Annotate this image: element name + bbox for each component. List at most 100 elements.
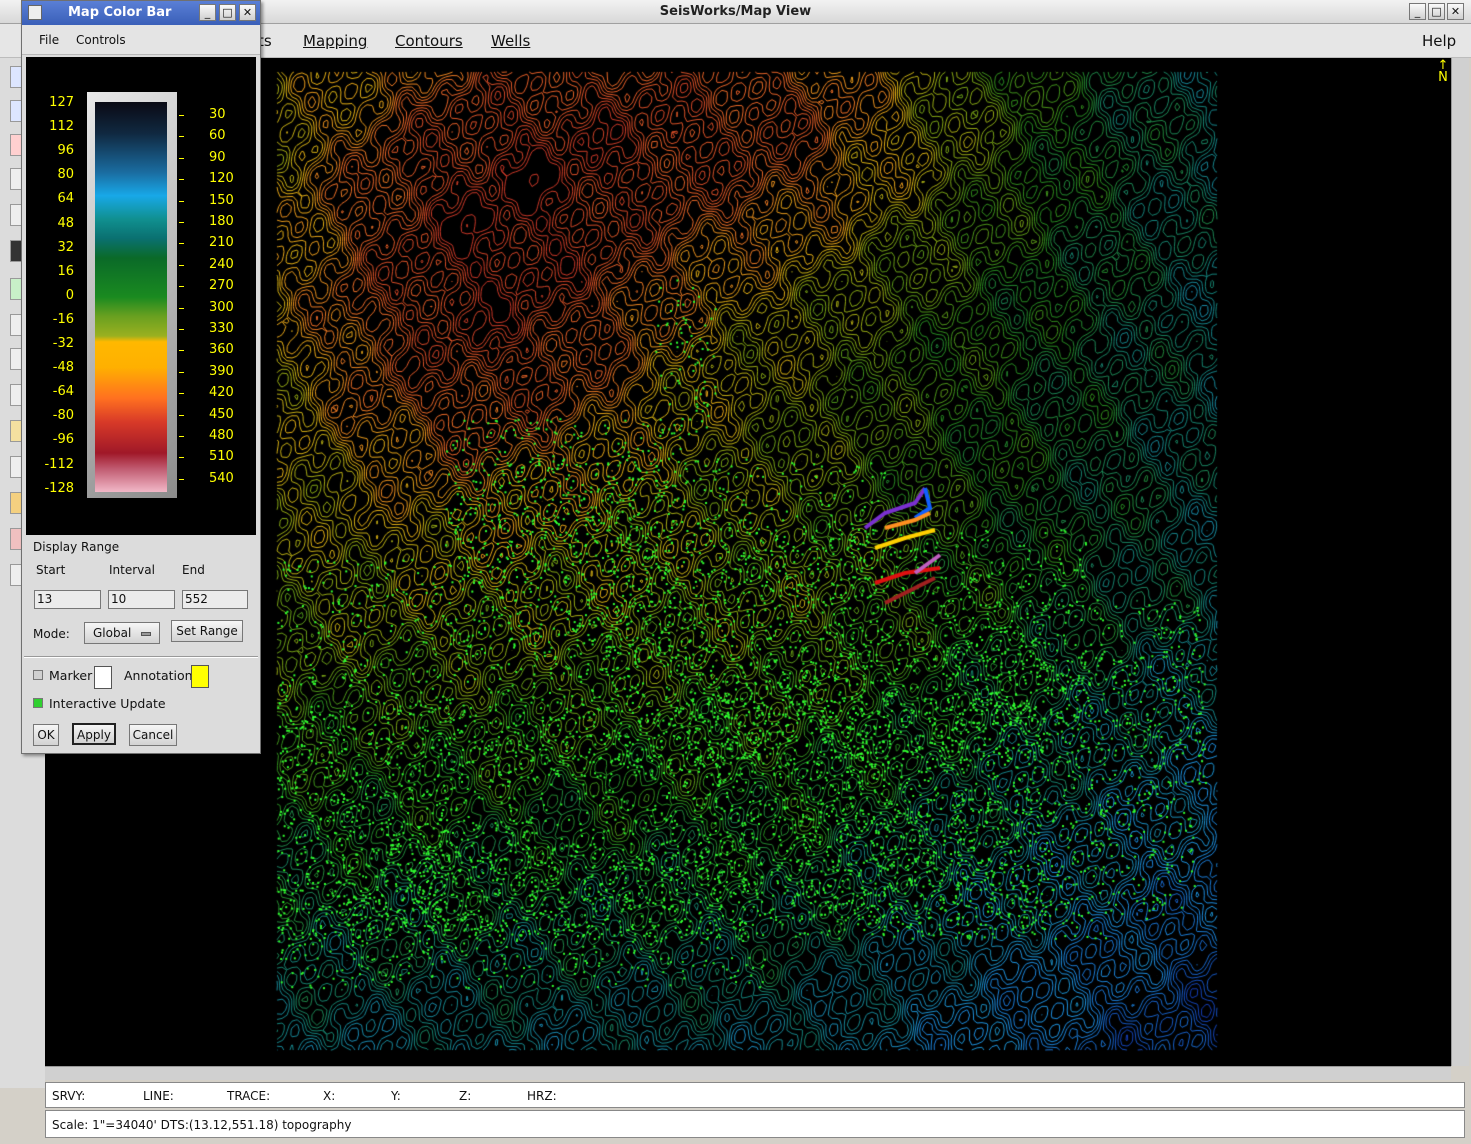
end-label: End [182,563,205,577]
color-bar-left-label: -128 [44,480,74,496]
color-bar-left-label: 64 [57,191,74,207]
vertical-scrollbar[interactable] [1451,58,1469,1066]
color-bar-left-label: -112 [44,456,74,472]
menu-wells[interactable]: Wells [491,32,530,50]
color-bar-tick [179,157,184,159]
color-bar-tick [179,307,184,309]
interval-field[interactable]: 10 [108,590,175,609]
interactive-update-label: Interactive Update [49,696,166,711]
apply-button[interactable]: Apply [72,723,116,745]
color-bar-right-label: 240 [209,256,234,272]
line-label: LINE: [143,1089,174,1103]
color-bar-right-label: 450 [209,406,234,422]
color-bar-tick [179,371,184,373]
color-bar-tick [179,414,184,416]
color-bar-right-label: 180 [209,214,234,229]
color-bar-left-label: -96 [52,432,74,448]
color-bar-right-label: 60 [209,128,226,144]
color-bar-tick [179,329,184,330]
color-bar-left-label: -80 [52,408,74,424]
color-bar-left-label: 32 [57,239,74,255]
color-bar-tick [179,478,184,480]
color-bar-right-label: 270 [209,278,234,294]
cb-menu-file[interactable]: File [39,33,59,47]
cb-minimize-button[interactable]: _ [199,4,216,21]
annotation-label: Annotation [124,668,193,683]
color-bar-left-label: -48 [52,360,74,376]
annotation-color-swatch[interactable] [191,665,209,688]
color-bar-right-label: 120 [209,171,234,187]
end-field[interactable]: 552 [182,590,248,609]
color-bar-left-label: 80 [57,167,74,183]
color-bar-right-label: 480 [209,428,234,443]
color-bar-left-label: -32 [52,336,74,351]
color-bar-right-label: 300 [209,299,234,315]
color-bar-right-label: 540 [209,470,234,486]
interactive-update-checkbox[interactable] [33,698,43,708]
z-label: Z: [459,1089,472,1103]
ok-button[interactable]: OK [33,724,59,746]
color-bar-tick [179,393,184,395]
start-field[interactable]: 13 [34,590,101,609]
cancel-button[interactable]: Cancel [129,724,177,746]
marker-color-swatch[interactable] [94,666,112,689]
interval-label: Interval [109,563,155,577]
color-bar-left-label: 16 [57,263,74,279]
color-bar-tick [179,136,184,138]
menu-help[interactable]: Help [1422,32,1456,50]
hrz-label: HRZ: [527,1089,557,1103]
color-bar-tick [179,200,184,202]
start-label: Start [36,563,66,577]
color-bar-display: 127 112 96 80 64 48 32 16 0 -16 -32 -48 -64 -80 -96 -11… [26,57,256,535]
cursor-readout-bar: SRVY: LINE: TRACE: X: Y: Z: HRZ: [45,1082,1465,1108]
maximize-button[interactable]: □ [1428,3,1445,20]
color-bar-window: Map Color Bar _ □ ✕ File Controls 127 112… [21,0,261,754]
color-bar-left-label: -16 [52,311,74,327]
color-bar-right-label: 30 [209,107,226,122]
color-bar-left-label: 0 [65,287,74,303]
menu-mapping[interactable]: Mapping [303,32,367,50]
color-bar-tick [179,286,184,288]
north-arrow-icon: ↑ N [1437,58,1449,85]
marker-checkbox[interactable] [33,670,43,680]
color-bar-menubar: File Controls [22,25,260,55]
minimize-button[interactable]: _ [1409,3,1426,20]
color-bar-right-label: 390 [209,363,234,379]
color-bar-left-label: -64 [52,384,74,400]
color-bar-tick [179,222,184,223]
color-bar-left-label: 48 [57,215,74,231]
color-bar-tick [179,264,184,266]
y-label: Y: [391,1089,401,1103]
cb-maximize-button[interactable]: □ [219,4,236,21]
color-bar-tick [179,115,184,116]
close-button[interactable]: ✕ [1447,3,1464,20]
color-bar-right-label: 90 [209,149,226,165]
cb-close-button[interactable]: ✕ [239,4,256,21]
separator [24,656,258,658]
color-bar-right-label: 210 [209,235,234,251]
color-bar-right-label: 510 [209,449,234,465]
color-bar-right-label: 150 [209,192,234,208]
menu-contours[interactable]: Contours [395,32,463,50]
color-bar-title: Map Color Bar [68,5,172,20]
color-bar-right-label: 420 [209,385,234,401]
trace-label: TRACE: [227,1089,271,1103]
mode-dropdown[interactable]: Global [84,622,160,644]
horizontal-scrollbar[interactable] [45,1066,1451,1080]
display-range-heading: Display Range [33,540,120,554]
color-bar-left-label: 127 [49,95,74,110]
color-bar-gradient [95,102,167,492]
scale-text: Scale: 1"=34040' DTS:(13.12,551.18) topo… [52,1118,352,1132]
marker-label: Marker [49,668,93,683]
set-range-button[interactable]: Set Range [171,620,243,642]
scale-status-bar: Scale: 1"=34040' DTS:(13.12,551.18) topo… [45,1110,1465,1138]
color-bar-tick [179,436,184,437]
color-bar-right-label: 330 [209,321,234,336]
color-bar-titlebar[interactable]: Map Color Bar _ □ ✕ [22,1,260,25]
color-bar-left-label: 96 [57,143,74,159]
color-bar-left-label: 112 [49,119,74,135]
app-icon [28,5,42,20]
x-label: X: [323,1089,336,1103]
color-bar-tick [179,179,184,181]
cb-menu-controls[interactable]: Controls [76,33,126,47]
